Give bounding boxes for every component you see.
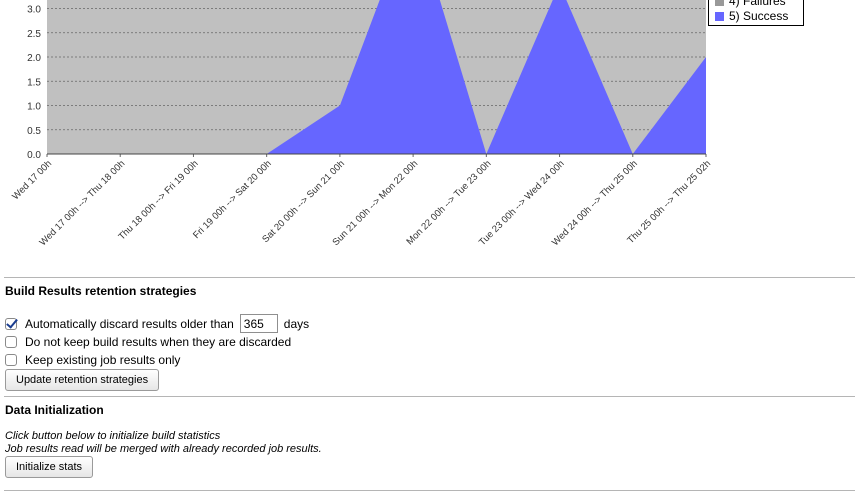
keep-existing-option-label: Keep existing job results only [25,353,181,367]
divider [4,277,855,278]
y-tick-label: 0.5 [27,126,41,137]
days-unit-label: days [283,316,310,331]
update-retention-button[interactable]: Update retention strategies [5,369,160,391]
init-description-line2: Job results read will be merged with alr… [5,443,322,455]
discard-option-label: Automatically discard results older than [25,316,234,331]
legend-swatch-success [715,11,724,21]
y-tick-label: 1.5 [27,77,41,88]
initialize-stats-button[interactable]: Initialize stats [5,456,94,478]
x-tick-label: Fri 19 00h --> Sat 20 00h [191,158,274,241]
y-tick-label: 1.0 [27,102,41,113]
discard-option-row: Automatically discard results older than… [5,314,309,333]
retention-section-title: Build Results retention strategies [5,284,197,298]
x-tick-label: Thu 25 00h --> Thu 25 02h [625,158,713,246]
legend-label-failures: 4) Failures [729,0,786,8]
y-tick-label: 2.5 [27,29,41,40]
y-tick-label: 2.0 [27,53,41,64]
x-tick-label: Wed 24 00h --> Thu 25 00h [550,158,640,248]
divider [4,490,855,491]
legend-swatch-failures [715,0,724,6]
x-tick-label: Mon 22 00h --> Tue 23 00h [404,158,493,247]
build-stats-chart: 0.0 0.5 1.0 1.5 2.0 2.5 3.0 Wed 17 00hWed 17 0… [10,0,713,248]
x-tick-label: Sat 20 00h --> Sun 21 00h [260,158,347,245]
no-keep-checkbox[interactable] [5,336,17,348]
days-input[interactable] [239,314,278,333]
discard-checkbox[interactable] [5,317,17,330]
init-description-line1: Click button below to initialize build s… [5,430,221,442]
x-tick-label: Thu 18 00h --> Fri 19 00h [116,158,200,242]
legend-item-success: 5) Success [715,9,788,23]
divider [4,396,855,397]
x-tick-label: Wed 17 00h [10,158,54,202]
keep-existing-checkbox[interactable] [5,354,17,366]
x-tick-label: Tue 23 00h --> Wed 24 00h [477,158,567,248]
no-keep-option-row: Do not keep build results when they are … [5,335,291,349]
x-tick-label: Wed 17 00h --> Thu 18 00h [37,158,127,248]
init-section-title: Data Initialization [5,403,104,417]
legend-item-failures: 4) Failures [715,0,786,8]
no-keep-option-label: Do not keep build results when they are … [25,335,292,349]
y-tick-label: 0.0 [27,150,41,161]
x-tick-label: Sun 21 00h --> Mon 22 00h [330,158,420,248]
legend-label-success: 5) Success [729,9,789,23]
y-tick-label: 3.0 [27,5,41,16]
chart-legend: 4) Failures 5) Success [708,0,804,26]
keep-existing-option-row: Keep existing job results only [5,353,180,367]
